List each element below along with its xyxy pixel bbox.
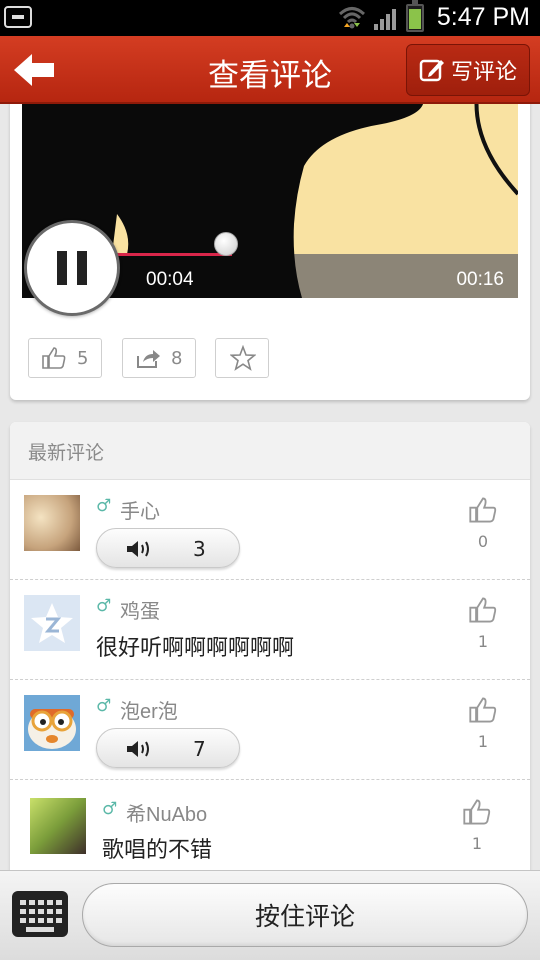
keyboard-key (38, 909, 44, 914)
title-bar: 查看评论 写评论 (0, 36, 540, 104)
gender-male-icon: ♂ (96, 596, 112, 616)
like-button[interactable]: 5 (28, 338, 102, 378)
comment-like-count: 1 (471, 834, 483, 853)
speaker-icon (127, 741, 149, 757)
battery-icon (406, 0, 424, 32)
comment-like-count: 1 (477, 732, 489, 751)
pause-icon (57, 251, 67, 285)
speaker-icon (127, 541, 149, 557)
like-count: 5 (77, 347, 89, 369)
pause-button[interactable] (24, 220, 120, 316)
bottom-bar: 按住评论 (0, 870, 540, 960)
progress-knob[interactable] (214, 232, 238, 256)
keyboard-key (38, 900, 44, 905)
status-time: 5:47 PM (436, 3, 530, 31)
comment-like[interactable]: 1 (466, 596, 500, 651)
share-count: 8 (171, 347, 183, 369)
comment-like[interactable]: 1 (466, 696, 500, 751)
total-time: 00:16 (456, 269, 504, 290)
keyboard-key (29, 900, 35, 905)
write-comment-label: 写评论 (450, 60, 517, 85)
thumb-up-icon (463, 799, 491, 825)
voice-play-button[interactable]: 3 (96, 528, 240, 568)
favorite-button[interactable] (215, 338, 269, 378)
keyboard-space-key (26, 927, 54, 932)
notification-icon (4, 6, 32, 28)
comment-like-count: 0 (477, 532, 489, 551)
star-icon (230, 345, 256, 371)
thumb-up-icon (469, 697, 497, 723)
keyboard-key (47, 909, 53, 914)
comment-row: ♂ 手心 3 0 (10, 480, 530, 580)
song-card: 00:04 00:16 5 8 (10, 104, 530, 400)
keyboard-key (47, 918, 53, 923)
keyboard-key (47, 900, 53, 905)
thumb-up-icon (469, 597, 497, 623)
content-area[interactable]: 00:04 00:16 5 8 最新评论 ♂ 手心 3 0 ♂ 鸡蛋 很好听啊啊… (0, 104, 540, 870)
avatar[interactable] (24, 695, 80, 751)
username[interactable]: 希NuAbo (126, 798, 207, 827)
wifi-icon (338, 7, 366, 29)
gender-male-icon: ♂ (96, 496, 112, 516)
keyboard-key (20, 918, 26, 923)
write-comment-button[interactable]: 写评论 (406, 44, 530, 96)
comment-text: 歌唱的不错 (102, 838, 213, 863)
comment-row: ♂ 鸡蛋 很好听啊啊啊啊啊啊 1 (10, 580, 530, 680)
status-bar: 5:47 PM (0, 0, 540, 36)
comment-like[interactable]: 0 (466, 496, 500, 551)
keyboard-key (20, 909, 26, 914)
keyboard-key (56, 918, 62, 923)
comment-row: ♂ 希NuAbo 歌唱的不错 1 (10, 780, 530, 870)
comment-like-count: 1 (477, 632, 489, 651)
signal-icon (374, 9, 396, 30)
voice-play-button[interactable]: 7 (96, 728, 240, 768)
thumb-up-icon (42, 347, 66, 369)
gender-male-icon: ♂ (102, 799, 118, 819)
current-time: 00:04 (146, 269, 194, 290)
share-button[interactable]: 8 (122, 338, 196, 378)
keyboard-key (29, 909, 35, 914)
comment-like[interactable]: 1 (460, 798, 494, 853)
hold-to-comment-button[interactable]: 按住评论 (82, 883, 528, 947)
voice-duration: 7 (193, 737, 206, 761)
avatar[interactable] (24, 495, 80, 551)
username[interactable]: 鸡蛋 (120, 595, 160, 624)
comment-row: ♂ 泡er泡 7 1 (10, 680, 530, 780)
section-title: 最新评论 (10, 422, 530, 480)
gender-male-icon: ♂ (96, 696, 112, 716)
username[interactable]: 泡er泡 (120, 695, 178, 724)
edit-icon (419, 59, 444, 82)
avatar[interactable] (24, 595, 80, 651)
comment-text: 很好听啊啊啊啊啊啊 (96, 636, 295, 661)
progress-bar[interactable] (102, 253, 232, 256)
comment-list: 最新评论 ♂ 手心 3 0 ♂ 鸡蛋 很好听啊啊啊啊啊啊 1 ♂ 泡er泡 7 … (10, 422, 530, 870)
keyboard-key (56, 909, 62, 914)
pause-icon-bar (77, 251, 87, 285)
keyboard-key (29, 918, 35, 923)
username[interactable]: 手心 (120, 495, 160, 524)
keyboard-key (38, 918, 44, 923)
voice-duration: 3 (193, 537, 206, 561)
avatar[interactable] (30, 798, 86, 854)
thumb-up-icon (469, 497, 497, 523)
keyboard-icon[interactable] (12, 891, 68, 937)
share-icon (137, 350, 160, 368)
keyboard-key (56, 900, 62, 905)
keyboard-key (20, 900, 26, 905)
